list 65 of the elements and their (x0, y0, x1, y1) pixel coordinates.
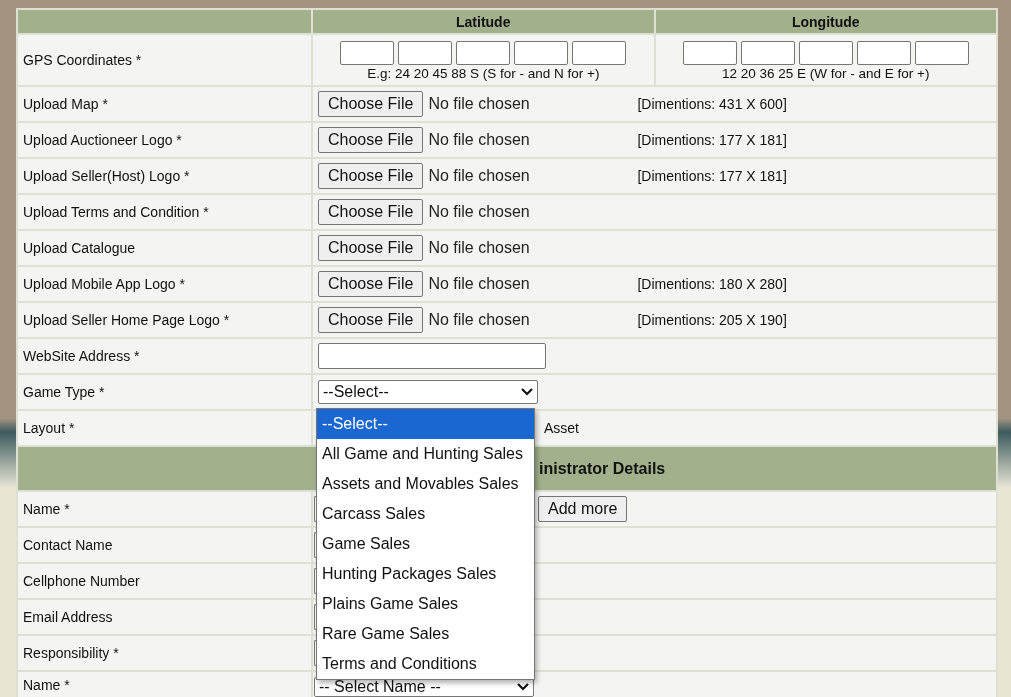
choose-file-button[interactable]: Choose File (318, 307, 424, 333)
field-label: Name * (23, 677, 70, 693)
section-title: inistrator Details (539, 459, 666, 477)
chevron-icon (521, 388, 533, 396)
input-field[interactable] (318, 343, 546, 369)
field-label: Upload Seller Home Page Logo * (23, 312, 230, 328)
hint-text: E.g: 24 20 45 88 S (S for - and N for +) (366, 66, 601, 81)
dimensions-note: [Dimentions: 431 X 600] (637, 96, 787, 112)
field-label: GPS Coordinates * (23, 52, 142, 68)
dropdown-option[interactable]: Terms and Conditions (317, 649, 534, 679)
input-field[interactable] (572, 41, 627, 65)
field-label: Contact Name (23, 537, 113, 553)
field-label: Cellphone Number (23, 573, 140, 589)
field-label: Email Address (23, 609, 113, 625)
dimensions-note: [Dimentions: 177 X 181] (637, 168, 787, 184)
file-status: No file chosen (428, 239, 531, 257)
field-label: Upload Catalogue (23, 240, 136, 256)
dropdown-option[interactable]: Carcass Sales (317, 499, 534, 529)
add-more-button[interactable]: Add more (538, 496, 628, 522)
file-status: No file chosen (428, 131, 531, 149)
dropdown-option[interactable]: Rare Game Sales (317, 619, 534, 649)
input-field[interactable] (340, 41, 395, 65)
dimensions-note: [Dimentions: 180 X 280] (637, 276, 787, 292)
input-field[interactable] (682, 41, 737, 65)
input-field[interactable] (514, 41, 569, 65)
choose-file-button[interactable]: Choose File (318, 199, 424, 225)
choose-file-button[interactable]: Choose File (318, 91, 424, 117)
input-field[interactable] (856, 41, 911, 65)
field-label: Upload Auctioneer Logo * (23, 132, 182, 148)
dropdown-option[interactable]: Assets and Movables Sales (317, 469, 534, 499)
field-label: Upload Map * (23, 96, 108, 112)
field-label: Responsibility * (23, 645, 119, 661)
input-field[interactable] (398, 41, 453, 65)
file-status: No file chosen (428, 95, 531, 113)
field-label: Layout * (23, 420, 75, 436)
hint-text: 12 20 36 25 E (W for - and E for +) (721, 66, 931, 81)
file-status: No file chosen (428, 311, 531, 329)
file-status: No file chosen (428, 167, 531, 185)
field-label: Name * (23, 501, 70, 517)
dimensions-note: [Dimentions: 205 X 190] (637, 312, 787, 328)
input-field[interactable] (740, 41, 795, 65)
field-label: Upload Seller(Host) Logo * (23, 168, 190, 184)
dimensions-note: [Dimentions: 177 X 181] (637, 132, 787, 148)
field-label: Upload Mobile App Logo * (23, 276, 185, 292)
input-field[interactable] (456, 41, 511, 65)
choose-file-button[interactable]: Choose File (318, 127, 424, 153)
radio-label: Asset (544, 420, 579, 436)
field-label: Upload Terms and Condition * (23, 204, 209, 220)
chevron-icon (517, 683, 529, 691)
file-status: No file chosen (428, 203, 531, 221)
dropdown-option[interactable]: --Select-- (317, 409, 534, 439)
choose-file-button[interactable]: Choose File (318, 235, 424, 261)
field-label: WebSite Address * (23, 348, 140, 364)
choose-file-button[interactable]: Choose File (318, 271, 424, 297)
select-field[interactable]: --Select-- (318, 380, 538, 404)
input-field[interactable] (914, 41, 969, 65)
dropdown-option[interactable]: Plains Game Sales (317, 589, 534, 619)
field-label: Game Type * (23, 384, 105, 400)
choose-file-button[interactable]: Choose File (318, 163, 424, 189)
dropdown-option[interactable]: All Game and Hunting Sales (317, 439, 534, 469)
file-status: No file chosen (428, 275, 531, 293)
column-header: Latitude (312, 9, 655, 34)
input-field[interactable] (798, 41, 853, 65)
column-header: Longitude (654, 9, 997, 34)
dropdown-option[interactable]: Hunting Packages Sales (317, 559, 534, 589)
